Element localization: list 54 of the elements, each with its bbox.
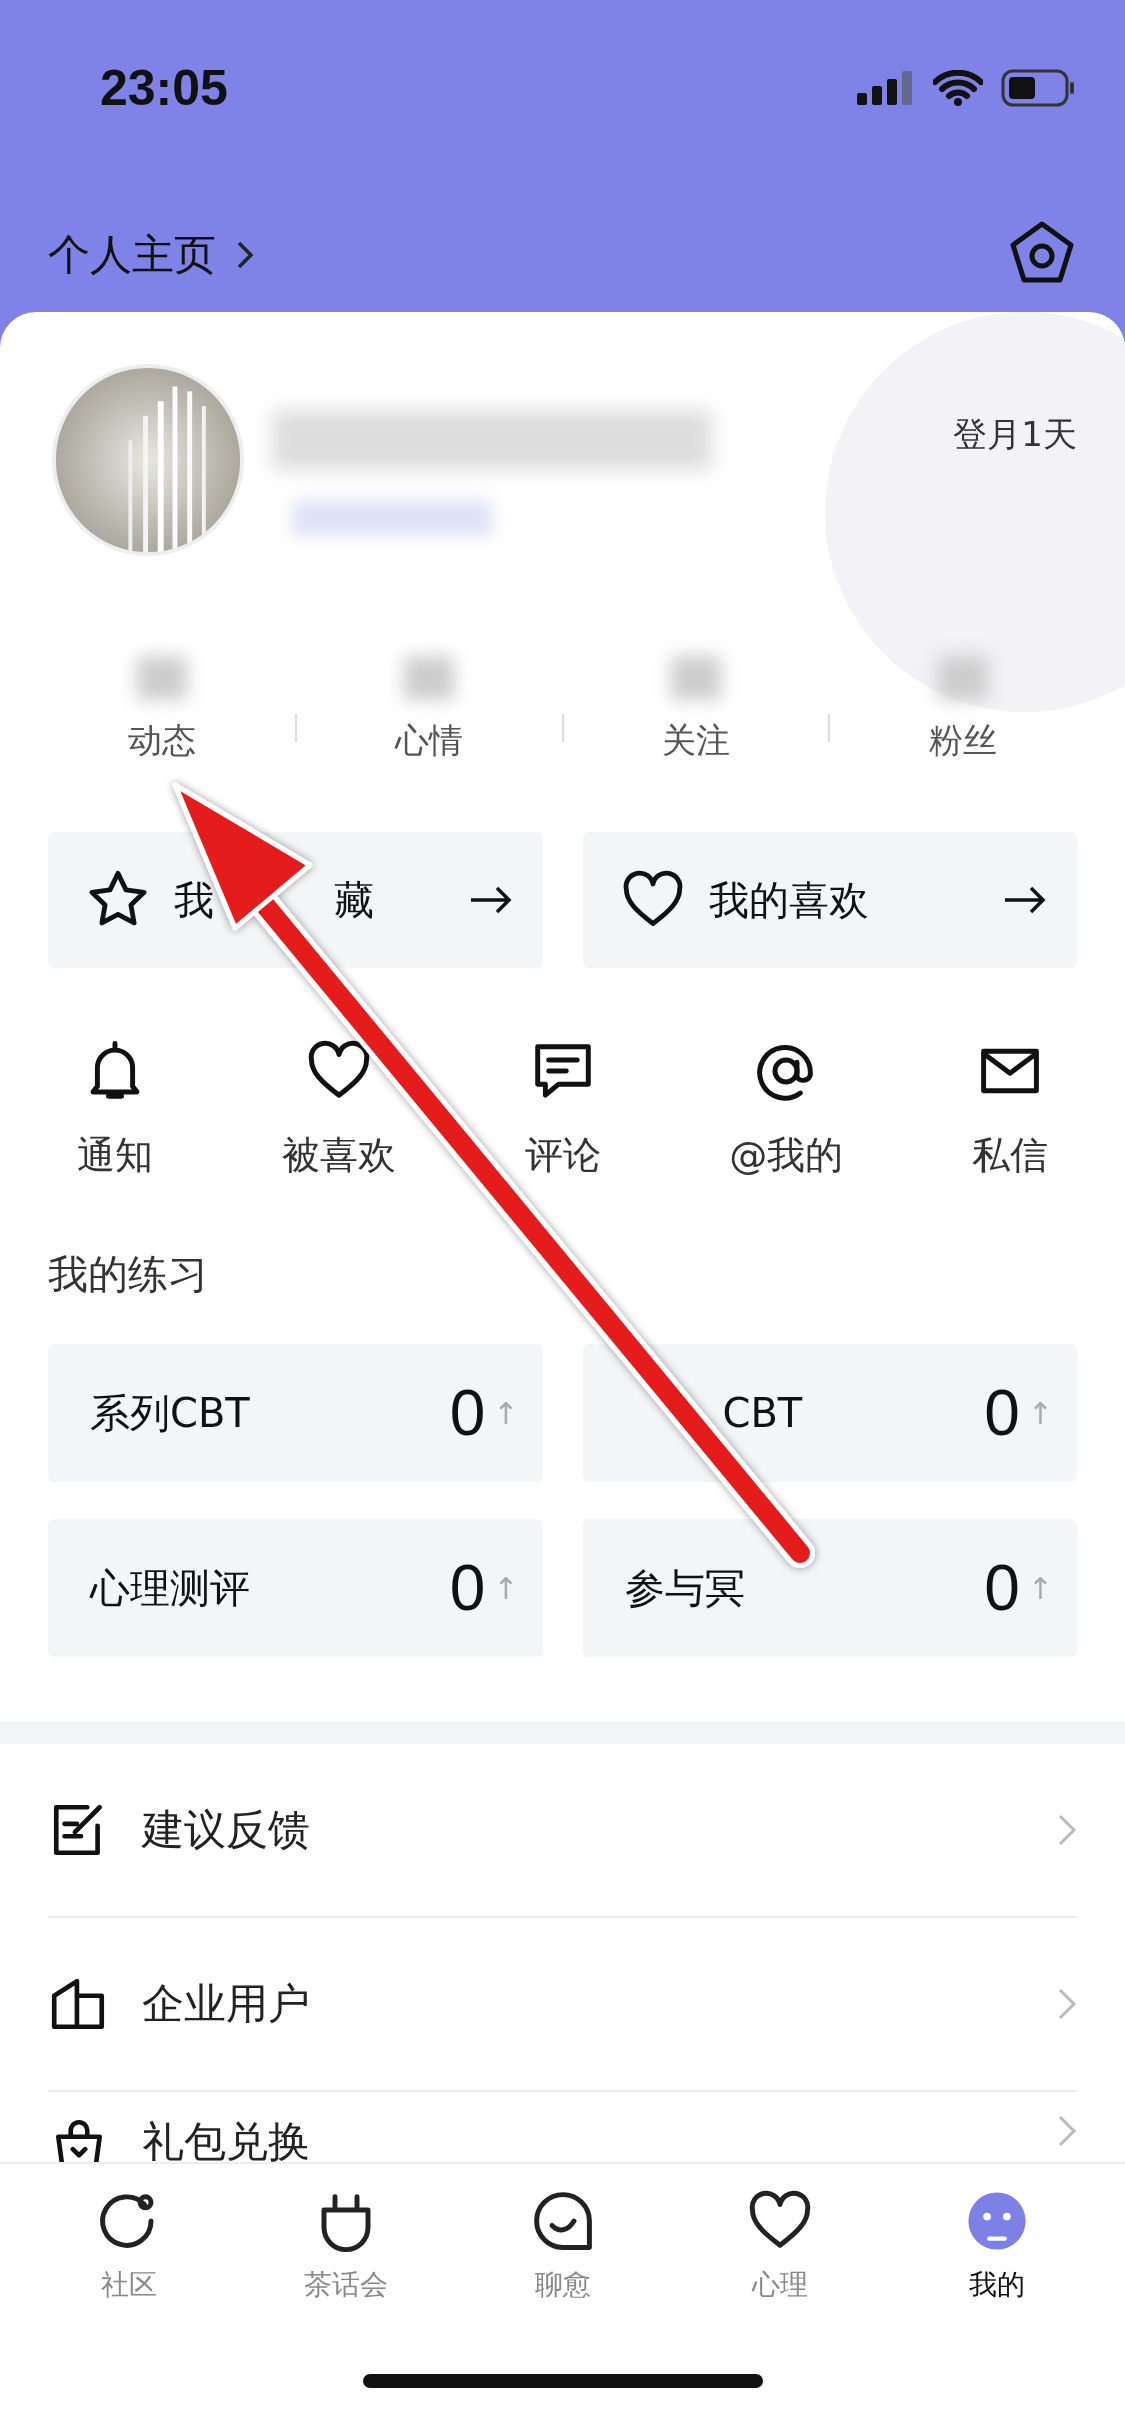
practice-label: 心理测评 bbox=[90, 1563, 250, 1613]
menu-item[interactable]: 企业用户 bbox=[142, 1976, 1025, 2032]
practice-card[interactable]: 参与冥 0↑ bbox=[582, 1519, 1077, 1657]
stat-label[interactable]: 动态 bbox=[128, 718, 197, 764]
chevron-right-icon bbox=[1057, 2114, 1077, 2148]
tab-item[interactable]: 心理 bbox=[671, 2188, 888, 2360]
trend-icon: ↑ bbox=[1027, 1570, 1053, 1606]
tab-item[interactable]: 社区 bbox=[20, 2188, 237, 2360]
stat-label[interactable]: 关注 bbox=[661, 718, 730, 764]
tab-item[interactable]: 茶话会 bbox=[237, 2188, 454, 2360]
tab-item[interactable]: 聊愈 bbox=[454, 2188, 671, 2360]
section-title: 我的练习 bbox=[48, 1250, 208, 1299]
action-label[interactable]: @我的 bbox=[729, 1130, 844, 1181]
practice-count: 0 bbox=[449, 1376, 486, 1450]
practice-label: 系列CBT bbox=[90, 1388, 250, 1438]
blurred-count bbox=[404, 656, 455, 700]
chevron-right-icon bbox=[1057, 1813, 1077, 1847]
arrow-right-icon bbox=[1003, 885, 1047, 915]
practice-count: 0 bbox=[449, 1551, 486, 1625]
wifi-icon bbox=[933, 69, 983, 106]
blurred-count bbox=[137, 656, 188, 700]
practice-card[interactable]: 心理测评 0↑ bbox=[48, 1519, 543, 1657]
blurred-count bbox=[670, 656, 721, 700]
trend-icon: ↑ bbox=[493, 1395, 519, 1431]
practice-count: 0 bbox=[984, 1376, 1020, 1450]
practice-card[interactable]: CBT 0↑ bbox=[582, 1344, 1077, 1482]
signal-icon bbox=[857, 70, 915, 105]
action-label[interactable]: 被喜欢 bbox=[281, 1130, 396, 1181]
trend-icon: ↑ bbox=[1027, 1395, 1053, 1431]
shortcut-label: 我的喜欢 bbox=[708, 875, 869, 925]
practice-label: CBT bbox=[722, 1390, 803, 1436]
profile-link[interactable]: 个人主页 bbox=[48, 227, 254, 283]
practice-label: 参与冥 bbox=[624, 1563, 745, 1613]
arrow-right-icon bbox=[468, 885, 513, 915]
practice-card[interactable]: 系列CBT 0↑ bbox=[48, 1344, 543, 1482]
battery-icon bbox=[1001, 68, 1075, 107]
login-days-label: 登月1天 bbox=[953, 413, 1077, 456]
shortcut-label: 藏 bbox=[334, 875, 374, 925]
menu-item[interactable]: 建议反馈 bbox=[142, 1802, 1025, 1858]
action-label[interactable]: 通知 bbox=[77, 1130, 153, 1181]
stat-label[interactable]: 粉丝 bbox=[928, 718, 997, 764]
trend-icon: ↑ bbox=[493, 1570, 519, 1606]
blurred-count bbox=[937, 656, 988, 700]
practice-count: 0 bbox=[984, 1551, 1020, 1625]
action-label[interactable]: 私信 bbox=[972, 1130, 1048, 1181]
action-label[interactable]: 评论 bbox=[524, 1130, 601, 1181]
shortcut-label: 我 bbox=[174, 875, 214, 925]
menu-item[interactable]: 礼包兑换 bbox=[142, 2114, 1025, 2162]
tab-item[interactable]: 我的 bbox=[888, 2188, 1105, 2360]
chevron-right-icon bbox=[236, 240, 254, 270]
status-time: 23:05 bbox=[100, 58, 228, 117]
stat-label[interactable]: 心情 bbox=[395, 718, 464, 764]
chevron-right-icon bbox=[1057, 1987, 1077, 2021]
shortcut-button[interactable]: 我的喜欢 bbox=[582, 832, 1077, 968]
